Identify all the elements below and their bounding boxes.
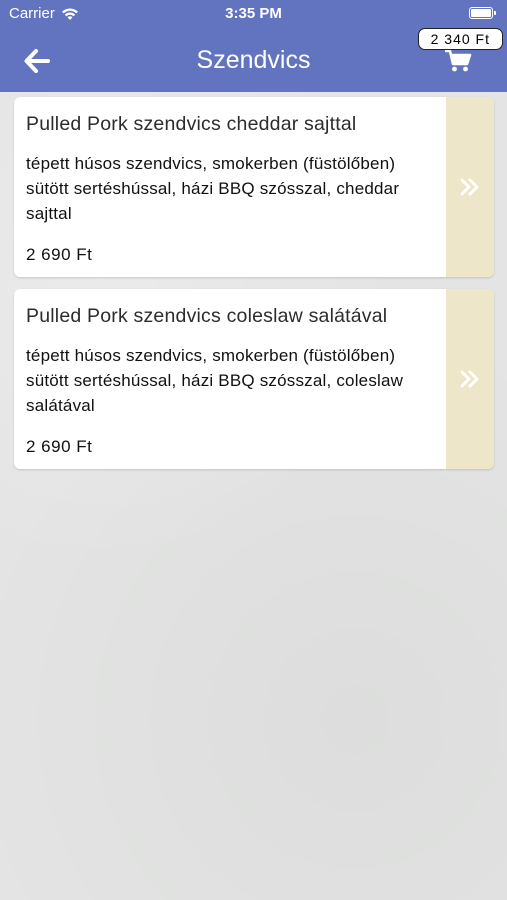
product-card[interactable]: Pulled Pork szendvics coleslaw salátával… [14,289,494,469]
battery-icon [469,7,496,19]
product-detail-button[interactable] [446,97,494,277]
product-price: 2 690 Ft [26,245,93,264]
product-card-body: Pulled Pork szendvics coleslaw salátával… [14,289,446,469]
product-detail-button[interactable] [446,289,494,469]
status-time: 3:35 PM [225,5,282,22]
product-title: Pulled Pork szendvics cheddar sajttal [26,113,357,135]
page-title: Szendvics [196,46,311,74]
app-header: Carrier 3:35 PM Szendvics 2 340 Ft [0,0,507,92]
product-title: Pulled Pork szendvics coleslaw salátával [26,305,388,327]
cart-button[interactable] [444,48,473,74]
product-list: Pulled Pork szendvics cheddar sajttal té… [14,97,494,481]
product-description: tépett húsos szendvics, smokerben (füstö… [26,346,404,415]
product-description: tépett húsos szendvics, smokerben (füstö… [26,154,400,223]
product-card-body: Pulled Pork szendvics cheddar sajttal té… [14,97,446,277]
shopping-cart-icon [444,49,472,72]
double-chevron-right-icon [460,370,479,388]
product-price: 2 690 Ft [26,437,93,456]
double-chevron-right-icon [460,178,479,196]
status-bar: Carrier 3:35 PM [0,0,507,28]
cart-total-badge[interactable]: 2 340 Ft [417,28,503,50]
product-card[interactable]: Pulled Pork szendvics cheddar sajttal té… [14,97,494,277]
